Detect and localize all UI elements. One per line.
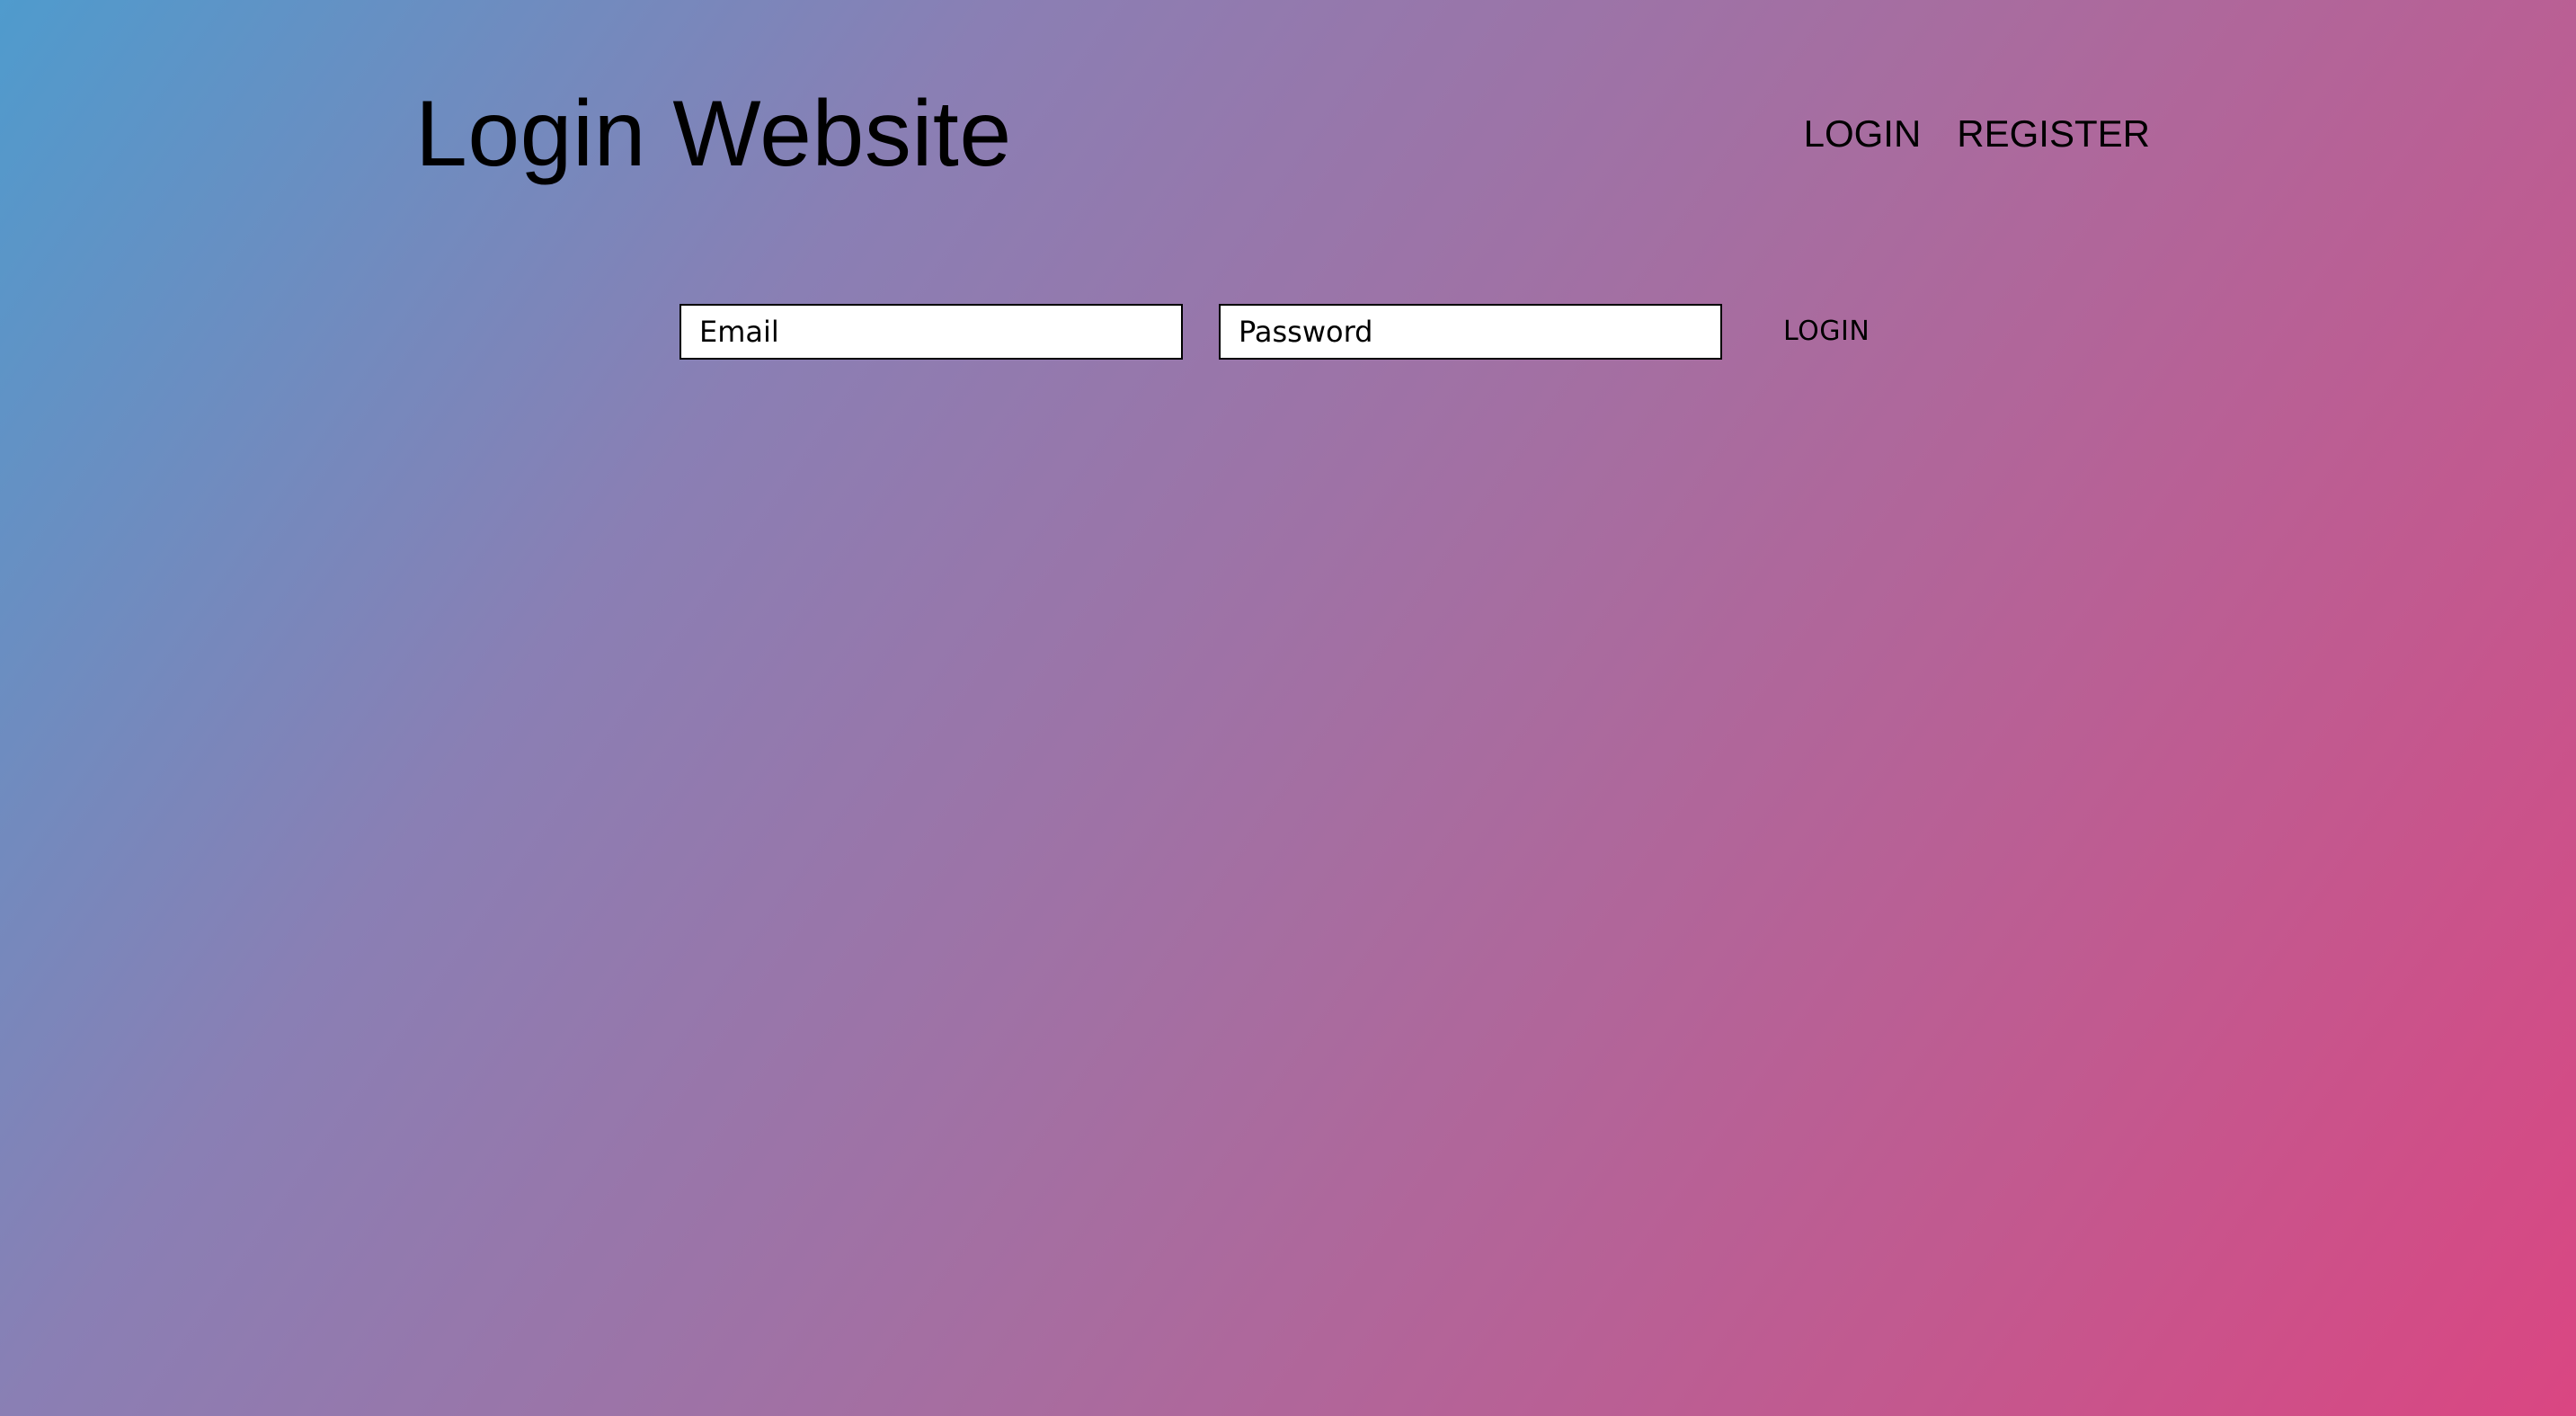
top-nav: LOGIN REGISTER [1804,115,2150,153]
page-background: Login Website LOGIN REGISTER LOGIN [0,0,2576,1416]
nav-login-link[interactable]: LOGIN [1804,115,1922,153]
email-input[interactable] [680,304,1183,360]
login-submit-button[interactable]: LOGIN [1783,318,1870,345]
nav-register-link[interactable]: REGISTER [1957,115,2150,153]
password-input[interactable] [1219,304,1722,360]
login-form: LOGIN [680,304,1870,360]
site-title: Login Website [415,82,1012,186]
